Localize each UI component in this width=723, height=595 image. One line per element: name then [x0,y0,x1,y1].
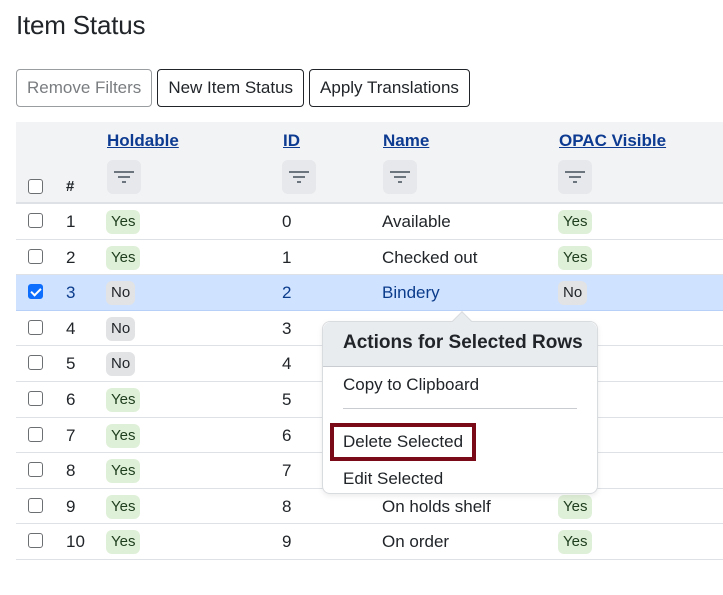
holdable-badge: Yes [106,530,141,555]
select-all-checkbox[interactable] [28,179,43,194]
table-row[interactable]: 1 Yes 0 Available Yes [16,204,723,240]
holdable-filter-button[interactable] [107,160,141,194]
id-cell: 3 [282,318,292,338]
holdable-badge: Yes [106,210,141,234]
row-checkbox[interactable] [28,462,43,478]
holdable-badge: No [106,281,136,306]
id-filter-button[interactable] [282,160,316,194]
opac-visible-badge: Yes [558,530,593,555]
row-number-header: # [66,178,75,195]
row-number: 1 [66,212,76,231]
table-row[interactable]: 3 No 2 Bindery No [16,275,723,311]
remove-filters-button[interactable]: Remove Filters [16,69,153,107]
opac-visible-filter-button[interactable] [558,160,592,194]
holdable-badge: No [106,316,136,341]
name-cell: On holds shelf [382,496,491,516]
table-row[interactable]: 9 Yes 8 On holds shelf Yes [16,489,723,525]
opac-visible-badge: Yes [558,210,593,234]
apply-translations-button[interactable]: Apply Translations [309,69,470,107]
row-number: 5 [66,354,76,374]
filter-icon [114,171,134,183]
filter-icon [565,171,585,183]
row-number: 6 [66,389,76,409]
row-number: 3 [66,283,76,303]
row-number: 10 [66,532,85,552]
name-cell: Available [382,212,451,231]
row-checkbox[interactable] [28,497,43,513]
id-cell: 8 [282,496,292,516]
filter-icon [390,171,410,183]
id-cell: 1 [282,247,292,267]
row-checkbox[interactable] [28,213,43,228]
holdable-badge: Yes [106,459,141,484]
popover-divider [343,408,577,409]
holdable-badge: No [106,352,136,377]
holdable-badge: Yes [106,423,141,448]
row-checkbox[interactable] [28,355,43,371]
filter-icon [289,171,309,183]
row-checkbox[interactable] [28,284,43,300]
id-column-header[interactable]: ID [283,131,300,151]
row-checkbox[interactable] [28,319,43,335]
table-row[interactable]: 10 Yes 9 On order Yes [16,524,723,560]
id-cell: 6 [282,425,292,445]
holdable-column-header[interactable]: Holdable [107,131,179,151]
id-cell: 9 [282,532,292,552]
holdable-badge: Yes [106,387,141,412]
actions-popover: Actions for Selected Rows Copy to Clipbo… [322,311,598,494]
name-column-header[interactable]: Name [383,131,429,151]
name-cell: Checked out [382,247,478,267]
row-number: 8 [66,461,76,481]
holdable-badge: Yes [106,245,141,270]
id-cell: 0 [282,212,292,231]
row-checkbox[interactable] [28,533,43,549]
delete-selected-highlight [330,423,476,461]
id-cell: 7 [282,461,292,481]
id-cell: 4 [282,354,292,374]
toolbar: Remove Filters New Item Status Apply Tra… [16,69,470,107]
opac-visible-column-header[interactable]: OPAC Visible [559,131,666,151]
table-row[interactable]: 2 Yes 1 Checked out Yes [16,240,723,276]
holdable-badge: Yes [106,494,141,519]
row-number: 4 [66,318,76,338]
row-checkbox[interactable] [28,248,43,264]
row-number: 7 [66,425,76,445]
name-cell: On order [382,532,450,552]
opac-visible-badge: No [558,281,588,306]
new-item-status-button[interactable]: New Item Status [157,69,305,107]
row-checkbox[interactable] [28,426,43,442]
popover-title: Actions for Selected Rows [323,322,597,367]
name-cell: Bindery [382,283,440,303]
row-number: 2 [66,247,76,267]
opac-visible-badge: Yes [558,494,593,519]
id-cell: 2 [282,283,292,303]
id-cell: 5 [282,389,292,409]
page-title: Item Status [16,10,146,40]
edit-selected-action[interactable]: Edit Selected [343,469,443,489]
grid-header: # Holdable ID Name OPAC Visible [16,122,723,204]
copy-to-clipboard-action[interactable]: Copy to Clipboard [343,375,479,395]
opac-visible-badge: Yes [558,245,593,270]
name-filter-button[interactable] [383,160,417,194]
row-number: 9 [66,496,76,516]
row-checkbox[interactable] [28,390,43,406]
